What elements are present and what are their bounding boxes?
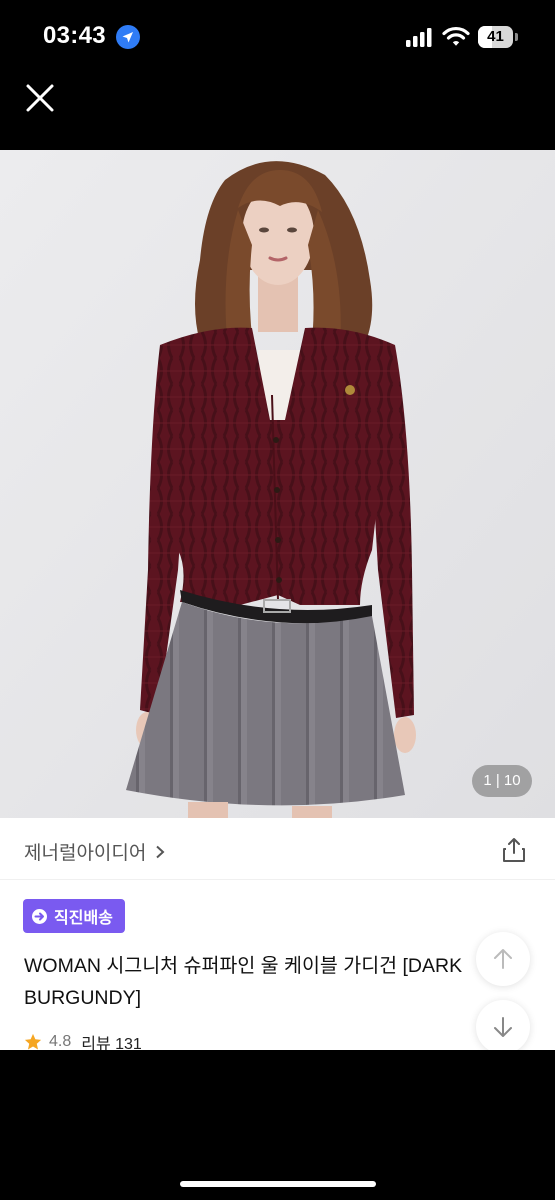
brand-link[interactable]: 제너럴아이디어 (24, 838, 166, 865)
chevron-right-icon (156, 845, 165, 858)
location-arrow-icon (116, 25, 140, 49)
rating-row: 4.8 리뷰 131 (24, 1030, 142, 1050)
share-button[interactable] (500, 836, 528, 864)
delivery-badge-label: 직진배송 (54, 910, 113, 927)
brand-name: 제너럴아이디어 (24, 843, 147, 864)
status-time: 03:43 (43, 22, 106, 49)
rating-value: 4.8 (49, 1033, 72, 1050)
arrow-up-icon (494, 949, 512, 969)
home-indicator (180, 1181, 376, 1187)
star-icon (24, 1033, 42, 1050)
brand-row: 제너럴아이디어 (0, 818, 555, 880)
delivery-badge: 직진배송 (23, 899, 125, 933)
battery-icon: 41 (478, 26, 518, 48)
scroll-down-button[interactable] (476, 1000, 530, 1050)
product-info-panel: 제너럴아이디어 직진배송 WOMAN 시그니처 슈퍼파인 울 케이블 가디건 [… (0, 818, 555, 1050)
battery-percentage: 41 (487, 28, 504, 45)
image-counter: 1 | 10 (472, 765, 532, 797)
product-image[interactable]: 1 | 10 (0, 150, 555, 818)
wifi-icon (442, 26, 470, 48)
review-count-link[interactable]: 리뷰 131 (81, 1030, 142, 1050)
product-title: WOMAN 시그니처 슈퍼파인 울 케이블 가디건 [DARK BURGUNDY… (24, 955, 463, 1009)
cellular-signal-icon (406, 27, 434, 47)
arrow-down-icon (494, 1017, 512, 1037)
status-bar: 03:43 41 (0, 0, 555, 74)
close-button[interactable] (20, 78, 60, 118)
close-icon (26, 84, 54, 112)
fast-delivery-icon (32, 908, 47, 924)
scroll-up-button[interactable] (476, 932, 530, 986)
share-icon (503, 838, 525, 862)
